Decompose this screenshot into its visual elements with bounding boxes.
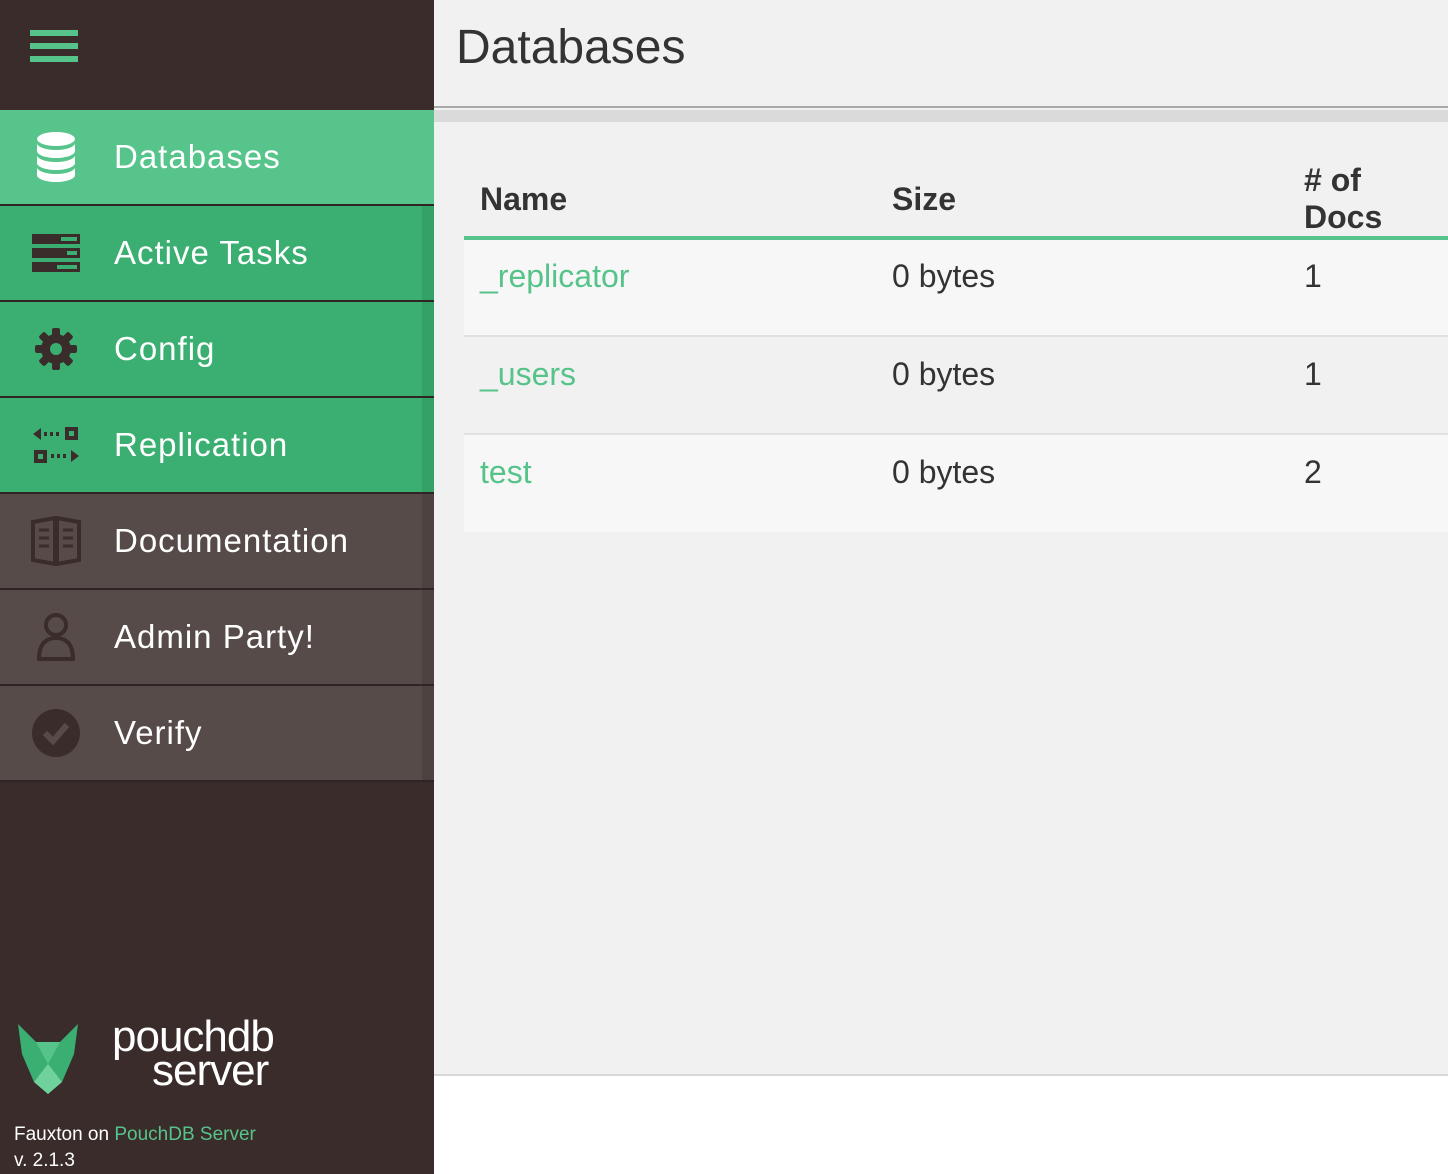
db-name-cell: test: [464, 434, 876, 532]
check-circle-icon: [30, 707, 82, 759]
sidebar-item-documentation[interactable]: Documentation: [0, 494, 434, 590]
page-title: Databases: [456, 21, 686, 74]
replication-icon: [30, 419, 82, 471]
footer-prefix: Fauxton on: [14, 1124, 110, 1145]
gear-icon: [30, 323, 82, 375]
sidebar-item-admin-party[interactable]: Admin Party!: [0, 590, 434, 686]
user-icon: [30, 611, 82, 663]
database-icon: [30, 131, 82, 183]
db-link[interactable]: _users: [480, 356, 576, 392]
table-header-row: Name Size # of Docs: [464, 162, 1448, 240]
db-link[interactable]: test: [480, 454, 532, 490]
db-size-cell: 0 bytes: [876, 238, 1288, 337]
pouchdb-server-logo: pouchdb server: [16, 1015, 316, 1100]
table-row: _users 0 bytes 1: [464, 336, 1448, 435]
column-header-docs[interactable]: # of Docs: [1288, 162, 1448, 240]
sidebar-item-replication[interactable]: Replication: [0, 398, 434, 494]
sidebar-item-config[interactable]: Config: [0, 302, 434, 398]
db-size-cell: 0 bytes: [876, 336, 1288, 435]
sidebar-item-label: Config: [114, 330, 216, 367]
book-icon: [30, 515, 82, 567]
menu-toggle-icon[interactable]: [30, 30, 78, 62]
sidebar-item-label: Replication: [114, 426, 289, 463]
table-row: test 0 bytes 2: [464, 434, 1448, 532]
db-docs-cell: 2: [1288, 434, 1448, 532]
header-divider: [434, 110, 1448, 122]
pouchdb-logo-icon: [18, 1024, 78, 1094]
db-size-cell: 0 bytes: [876, 434, 1288, 532]
db-docs-cell: 1: [1288, 238, 1448, 337]
sidebar-item-databases[interactable]: Databases: [0, 110, 434, 206]
db-docs-cell: 1: [1288, 336, 1448, 435]
page-header: Databases: [434, 0, 1448, 108]
db-name-cell: _users: [464, 336, 876, 435]
main-content: Name Size # of Docs _replicator 0 bytes …: [434, 122, 1448, 1074]
sidebar-item-label: Active Tasks: [114, 234, 309, 271]
table-row: _replicator 0 bytes 1: [464, 238, 1448, 337]
sidebar-item-active-tasks[interactable]: Active Tasks: [0, 206, 434, 302]
databases-table: Name Size # of Docs _replicator 0 bytes …: [464, 162, 1448, 532]
sidebar-item-label: Admin Party!: [114, 618, 315, 655]
sidebar-item-label: Documentation: [114, 522, 349, 559]
column-header-size[interactable]: Size: [876, 162, 1288, 240]
sidebar-item-label: Verify: [114, 714, 203, 751]
db-name-cell: _replicator: [464, 238, 876, 337]
footer: Fauxton on PouchDB Server v. 2.1.3: [14, 1122, 256, 1174]
bottom-area: [434, 1076, 1448, 1174]
sidebar: Databases Active Tasks Config Replicatio…: [0, 0, 434, 1174]
db-link[interactable]: _replicator: [480, 258, 629, 294]
sidebar-item-label: Databases: [114, 138, 281, 175]
version-text: v. 2.1.3: [14, 1150, 75, 1171]
pouchdb-server-link[interactable]: PouchDB Server: [114, 1124, 256, 1145]
sidebar-item-verify[interactable]: Verify: [0, 686, 434, 782]
column-header-name[interactable]: Name: [464, 162, 876, 240]
active-tasks-icon: [30, 227, 82, 279]
